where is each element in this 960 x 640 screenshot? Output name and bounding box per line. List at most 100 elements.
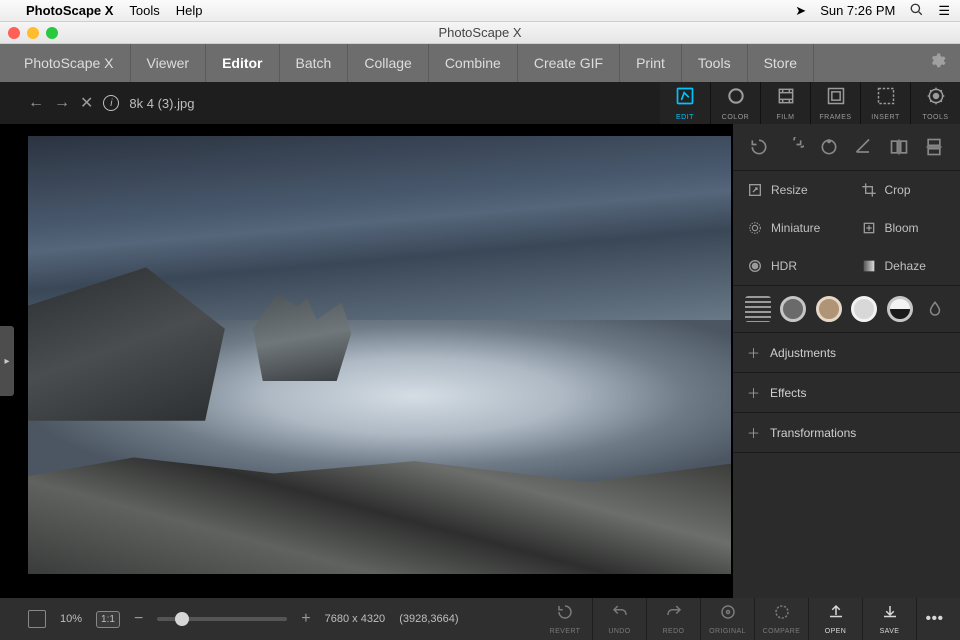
menubar-appname[interactable]: PhotoScape X: [26, 3, 113, 18]
accordion-list: ＋Adjustments ＋Effects ＋Transformations: [733, 333, 960, 453]
zoom-slider[interactable]: [157, 617, 287, 621]
redo-icon: [665, 603, 683, 626]
flip-vertical-icon[interactable]: [921, 134, 947, 160]
macos-menubar: PhotoScape X Tools Help ➤ Sun 7:26 PM ☰: [0, 0, 960, 22]
spotlight-icon[interactable]: [909, 2, 924, 20]
plus-icon: ＋: [747, 423, 760, 442]
preset-light[interactable]: [851, 296, 877, 322]
preset-warm[interactable]: [816, 296, 842, 322]
tab-print[interactable]: Print: [620, 44, 682, 82]
frames-icon: [826, 86, 846, 111]
file-nav-row: ← → ✕ i 8k 4 (3).jpg: [0, 82, 660, 124]
window-title: PhotoScape X: [438, 25, 521, 40]
transform-row: [733, 124, 960, 171]
action-open[interactable]: OPEN: [808, 598, 862, 640]
editor-body: ← → ✕ i 8k 4 (3).jpg EDIT COLOR: [0, 82, 960, 640]
preset-list-icon[interactable]: [745, 296, 771, 322]
save-icon: [881, 603, 899, 626]
straighten-icon[interactable]: [851, 134, 877, 160]
rotate-left-icon[interactable]: [746, 134, 772, 160]
nav-forward-icon[interactable]: →: [54, 94, 70, 112]
tooltab-edit[interactable]: EDIT: [660, 82, 710, 124]
preset-row: [733, 286, 960, 333]
zoom-out-button[interactable]: −: [134, 610, 143, 628]
action-undo[interactable]: UNDO: [592, 598, 646, 640]
tab-store[interactable]: Store: [748, 44, 814, 82]
undo-icon: [611, 603, 629, 626]
image-dimensions: 7680 x 4320: [325, 613, 386, 625]
preset-contrast[interactable]: [887, 296, 913, 322]
info-icon[interactable]: i: [103, 95, 119, 111]
accordion-transformations[interactable]: ＋Transformations: [733, 413, 960, 453]
miniature-icon: [747, 220, 763, 236]
editor-sidebar: Resize Crop Miniature Bloom HDR Dehaze ＋…: [733, 124, 960, 598]
tooltab-insert[interactable]: INSERT: [860, 82, 910, 124]
tab-editor[interactable]: Editor: [206, 44, 279, 82]
action-revert[interactable]: REVERT: [538, 598, 592, 640]
action-save[interactable]: SAVE: [862, 598, 916, 640]
tooltab-frames[interactable]: FRAMES: [810, 82, 860, 124]
nav-back-icon[interactable]: ←: [28, 94, 44, 112]
plus-icon: ＋: [747, 343, 760, 362]
menu-help[interactable]: Help: [176, 3, 203, 18]
zoom-1to1-button[interactable]: 1:1: [96, 611, 120, 628]
window-titlebar: PhotoScape X: [0, 22, 960, 44]
menubar-clock[interactable]: Sun 7:26 PM: [820, 3, 895, 18]
dehaze-icon: [861, 258, 877, 274]
tab-viewer[interactable]: Viewer: [131, 44, 207, 82]
revert-icon: [556, 603, 574, 626]
close-button[interactable]: [8, 27, 20, 39]
control-center-icon[interactable]: ☰: [938, 3, 950, 19]
open-icon: [827, 603, 845, 626]
tab-combine[interactable]: Combine: [429, 44, 518, 82]
menu-tools[interactable]: Tools: [129, 3, 159, 18]
flip-horizontal-icon[interactable]: [886, 134, 912, 160]
tool-crop[interactable]: Crop: [847, 171, 960, 209]
image-canvas[interactable]: [27, 135, 732, 575]
preset-tint-icon[interactable]: [922, 296, 948, 322]
tool-bloom[interactable]: Bloom: [847, 209, 960, 247]
canvas-area[interactable]: [0, 124, 733, 598]
preset-gray[interactable]: [780, 296, 806, 322]
tab-batch[interactable]: Batch: [280, 44, 349, 82]
tool-resize[interactable]: Resize: [733, 171, 847, 209]
tab-create-gif[interactable]: Create GIF: [518, 44, 620, 82]
maximize-button[interactable]: [46, 27, 58, 39]
nav-close-icon[interactable]: ✕: [80, 93, 93, 113]
tab-tools[interactable]: Tools: [682, 44, 748, 82]
tool-dehaze[interactable]: Dehaze: [847, 247, 960, 285]
tab-photoscape-x[interactable]: PhotoScape X: [8, 44, 131, 82]
app-tabs: PhotoScape X Viewer Editor Batch Collage…: [0, 44, 960, 82]
accordion-adjustments[interactable]: ＋Adjustments: [733, 333, 960, 373]
zoom-value: 10%: [60, 613, 82, 625]
fit-to-window-icon[interactable]: [28, 610, 46, 628]
traffic-lights: [8, 27, 58, 39]
tooltab-color[interactable]: COLOR: [710, 82, 760, 124]
tool-hdr[interactable]: HDR: [733, 247, 847, 285]
rotate-free-icon[interactable]: [816, 134, 842, 160]
settings-gear-icon[interactable]: [928, 52, 946, 75]
bloom-icon: [861, 220, 877, 236]
cursor-position: (3928,3664): [399, 613, 458, 625]
zoom-slider-thumb[interactable]: [175, 612, 189, 626]
tool-miniature[interactable]: Miniature: [733, 209, 847, 247]
color-icon: [726, 86, 746, 111]
compare-icon: [773, 603, 791, 626]
resize-icon: [747, 182, 763, 198]
minimize-button[interactable]: [27, 27, 39, 39]
tooltab-film[interactable]: FILM: [760, 82, 810, 124]
accordion-effects[interactable]: ＋Effects: [733, 373, 960, 413]
action-more[interactable]: •••: [916, 598, 952, 640]
original-icon: [719, 603, 737, 626]
tab-collage[interactable]: Collage: [348, 44, 428, 82]
sidebar-expand-handle[interactable]: ▸: [0, 326, 14, 396]
tools-icon: [926, 86, 946, 111]
current-filename: 8k 4 (3).jpg: [129, 96, 194, 111]
action-redo[interactable]: REDO: [646, 598, 700, 640]
action-original[interactable]: ORIGINAL: [700, 598, 754, 640]
zoom-in-button[interactable]: +: [301, 610, 310, 628]
tooltab-tools[interactable]: TOOLS: [910, 82, 960, 124]
tool-tabs: EDIT COLOR FILM FRAMES: [660, 82, 960, 124]
action-compare[interactable]: COMPARE: [754, 598, 808, 640]
rotate-right-icon[interactable]: [781, 134, 807, 160]
